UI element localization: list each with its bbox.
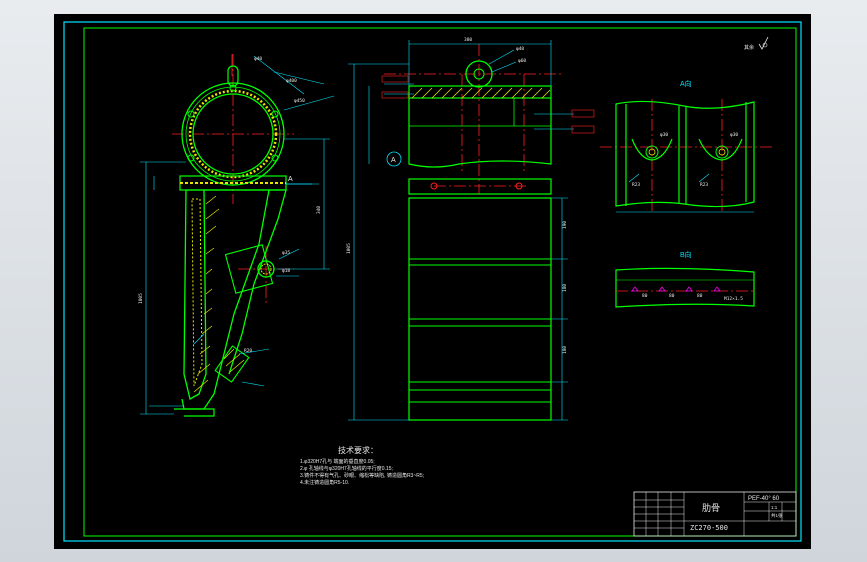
- svg-text:340: 340: [316, 206, 322, 214]
- svg-text:80: 80: [642, 293, 648, 299]
- svg-text:φ18: φ18: [282, 268, 290, 274]
- view-b: B向 80 80 80 M12×1.5: [615, 250, 755, 308]
- svg-text:R20: R20: [244, 348, 252, 354]
- technical-notes: 技术要求： 1.φ320H7孔与 端面的垂直度0.05; 2.φ 孔轴线与φ32…: [300, 445, 424, 486]
- scale: 1:1: [771, 505, 778, 510]
- svg-text:380: 380: [464, 37, 472, 43]
- svg-text:180: 180: [562, 284, 568, 292]
- roughness-symbol: 其余: [744, 36, 769, 51]
- datum-a: A: [391, 157, 396, 164]
- svg-text:80: 80: [697, 293, 703, 299]
- svg-text:R23: R23: [632, 182, 640, 188]
- svg-text:φ400: φ400: [286, 78, 297, 84]
- svg-text:φ30: φ30: [730, 132, 738, 138]
- part-name: 肋骨: [702, 503, 720, 513]
- cad-window: A 1005 340 φ40 φ400 φ450 φ35 φ18 R20 A 1…: [0, 0, 867, 562]
- svg-text:φ40: φ40: [254, 56, 262, 62]
- rib-front-view: A 1005 340 φ40 φ400 φ450 φ35 φ18 R20: [138, 54, 335, 417]
- drawing-number: ZC270-500: [690, 524, 728, 532]
- svg-text:1005: 1005: [138, 293, 144, 304]
- note-4: 4.未注铸造圆角R5-10.: [300, 479, 349, 486]
- rib-side-view: A 1005 380 φ40 φ60 190 180 180: [346, 37, 595, 421]
- svg-text:190: 190: [562, 221, 568, 229]
- title-block: 肋骨 ZC270-500 PEF-40° 60 1:1 共1张: [633, 491, 797, 537]
- material: PEF-40° 60: [748, 496, 780, 502]
- outer-border: [63, 21, 802, 542]
- svg-text:φ450: φ450: [294, 98, 305, 104]
- section-label-a: A: [288, 176, 293, 183]
- note-3: 3.铸件不得有气孔、砂眼、缩松等缺陷, 铸造圆角R3~R5;: [300, 472, 424, 479]
- svg-text:φ60: φ60: [518, 58, 526, 64]
- svg-text:其余: 其余: [744, 44, 754, 51]
- svg-text:M12×1.5: M12×1.5: [724, 296, 743, 302]
- view-a: A向 φ30 φ30 R23 R23: [600, 79, 774, 214]
- note-2: 2.φ 孔轴线与φ320H7孔轴线的平行度0.15;: [300, 465, 393, 472]
- view-a-label: A向: [680, 79, 692, 88]
- svg-text:R23: R23: [700, 182, 708, 188]
- note-1: 1.φ320H7孔与 端面的垂直度0.05;: [300, 458, 375, 465]
- svg-text:1005: 1005: [346, 243, 352, 254]
- notes-heading: 技术要求：: [338, 445, 378, 455]
- svg-text:φ40: φ40: [516, 46, 524, 52]
- svg-text:φ30: φ30: [660, 132, 668, 138]
- drawing-svg: A 1005 340 φ40 φ400 φ450 φ35 φ18 R20 A 1005…: [63, 21, 802, 542]
- svg-text:φ35: φ35: [282, 250, 290, 256]
- view-b-label: B向: [680, 250, 692, 259]
- svg-text:80: 80: [669, 293, 675, 299]
- inner-border: [83, 27, 797, 537]
- drawing-canvas[interactable]: A 1005 340 φ40 φ400 φ450 φ35 φ18 R20 A 1…: [54, 14, 811, 549]
- svg-text:180: 180: [562, 346, 568, 354]
- sheet-count: 共1张: [771, 512, 783, 519]
